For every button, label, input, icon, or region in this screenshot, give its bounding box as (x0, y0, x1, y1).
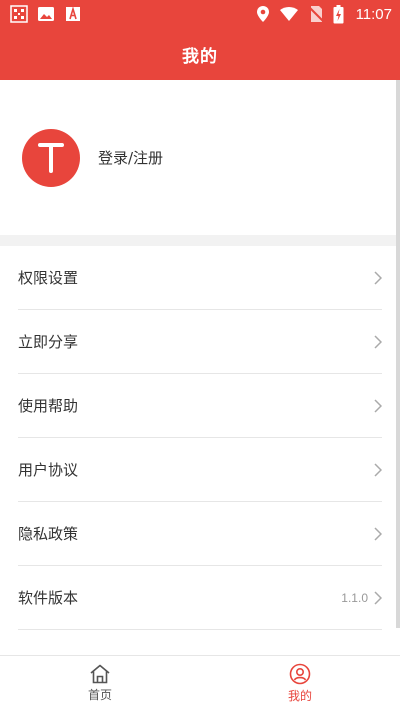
wifi-icon (279, 7, 298, 21)
menu-item-share[interactable]: 立即分享 (18, 310, 382, 374)
battery-charging-icon (333, 4, 344, 23)
tab-home[interactable]: 首页 (0, 656, 200, 711)
menu-item-software-version[interactable]: 软件版本 1.1.0 (18, 566, 382, 630)
menu-item-permissions[interactable]: 权限设置 (18, 246, 382, 310)
bottom-tab-bar: 首页 我的 (0, 655, 400, 711)
section-divider (0, 235, 400, 246)
version-value: 1.1.0 (341, 590, 368, 605)
chevron-right-icon (374, 526, 382, 541)
no-sim-icon (307, 6, 324, 22)
text-a-icon (66, 6, 80, 21)
tab-profile[interactable]: 我的 (200, 656, 400, 711)
home-icon (90, 664, 110, 684)
settings-menu: 权限设置 立即分享 使用帮助 用户协议 隐私政策 软件版本 1.1.0 (0, 246, 400, 630)
tab-label: 首页 (87, 688, 112, 702)
avatar[interactable] (22, 128, 80, 187)
profile-section[interactable]: 登录/注册 (0, 80, 400, 235)
tab-label: 我的 (287, 689, 312, 703)
image-icon (38, 7, 54, 21)
chevron-right-icon (374, 398, 382, 413)
status-bar: 11:07 (0, 0, 400, 28)
avatar-letter-glyph (38, 142, 64, 173)
page-title: 我的 (182, 46, 218, 67)
status-bar-right: 11:07 (256, 4, 392, 24)
menu-item-help[interactable]: 使用帮助 (18, 374, 382, 438)
login-register-link[interactable]: 登录/注册 (98, 147, 163, 168)
profile-icon (289, 663, 311, 685)
location-icon (256, 6, 269, 22)
chevron-right-icon (374, 270, 382, 285)
scrollbar[interactable] (396, 80, 400, 628)
app-header: 我的 (0, 28, 400, 80)
menu-item-label: 隐私政策 (18, 525, 79, 543)
status-time: 11:07 (355, 5, 392, 23)
menu-item-label: 权限设置 (18, 269, 79, 287)
menu-item-label: 软件版本 (18, 589, 79, 607)
chevron-right-icon (374, 334, 382, 349)
menu-item-privacy-policy[interactable]: 隐私政策 (18, 502, 382, 566)
chevron-right-icon (374, 462, 382, 477)
menu-item-user-agreement[interactable]: 用户协议 (18, 438, 382, 502)
app-notification-icon (10, 5, 28, 23)
menu-item-label: 立即分享 (18, 333, 79, 351)
status-bar-left (10, 5, 82, 23)
menu-item-label: 用户协议 (18, 461, 79, 479)
chevron-right-icon (374, 590, 382, 605)
menu-item-label: 使用帮助 (18, 397, 79, 415)
